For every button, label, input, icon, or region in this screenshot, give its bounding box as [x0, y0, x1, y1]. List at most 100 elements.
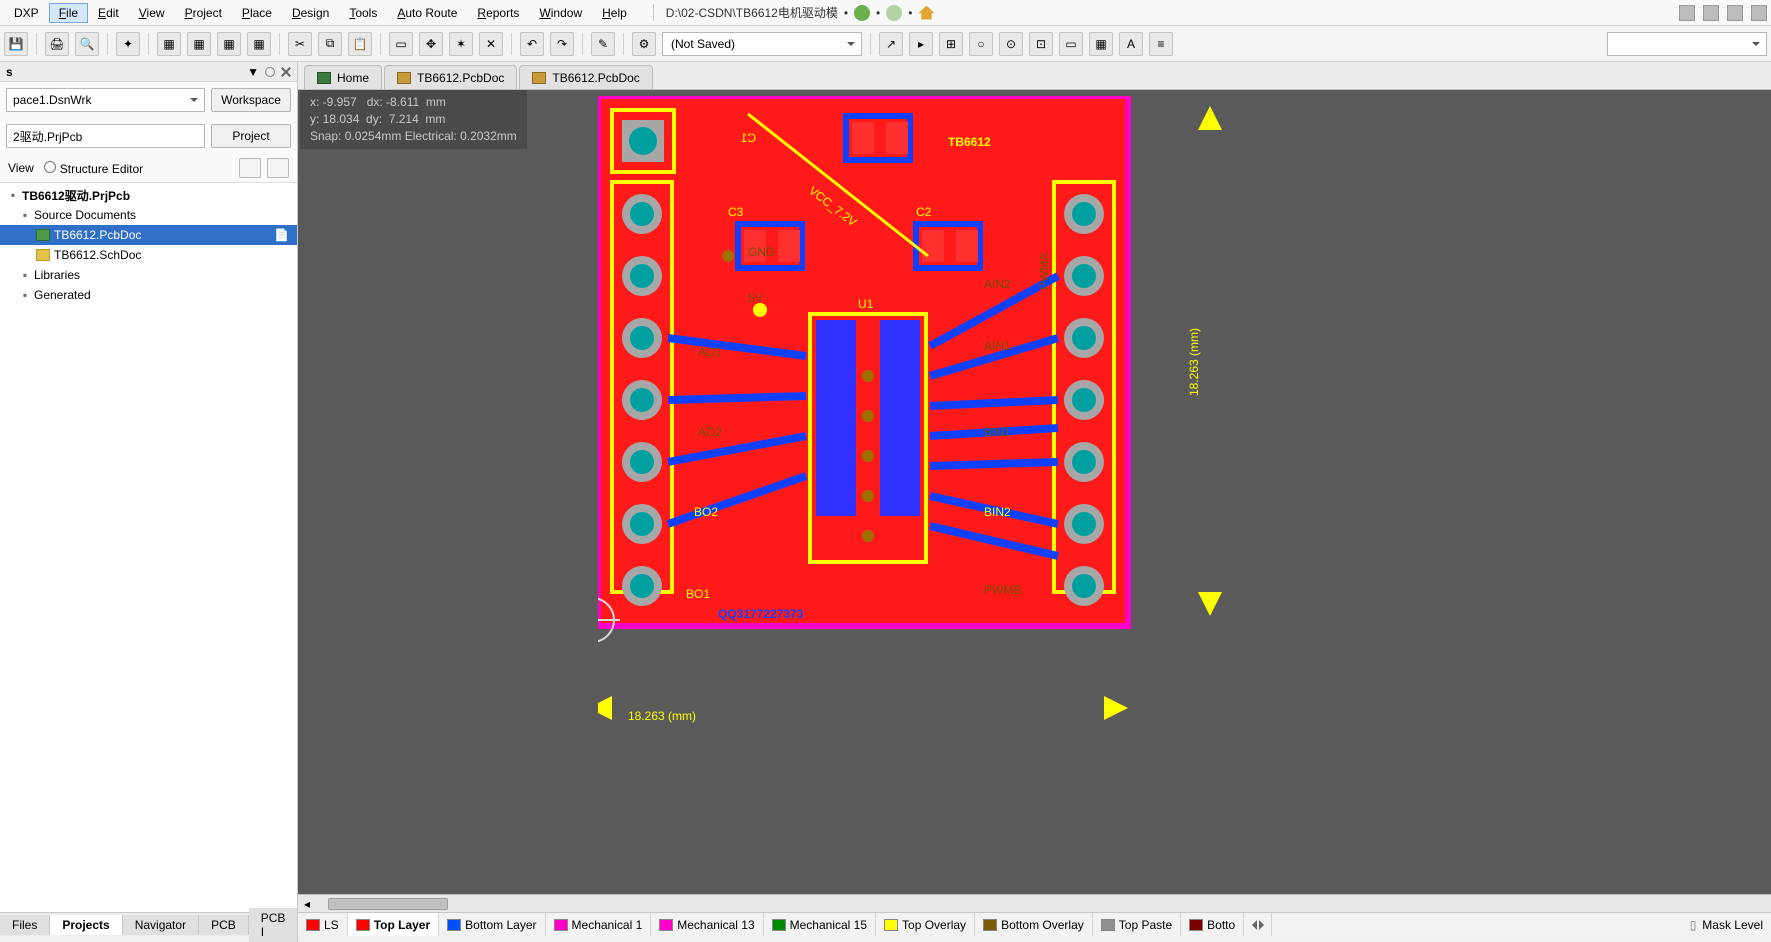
redo-button[interactable]: ↷	[550, 32, 574, 56]
layer-tab-mechanical-15[interactable]: Mechanical 15	[764, 913, 876, 937]
horizontal-scrollbar[interactable]: ◂	[298, 894, 1771, 912]
tree-doc-pcb[interactable]: TB6612.PcbDoc📄	[0, 225, 297, 245]
svg-text:C3: C3	[728, 205, 744, 219]
tree-doc-sch[interactable]: TB6612.SchDoc	[0, 245, 297, 265]
tool-button[interactable]: ≡	[1149, 32, 1173, 56]
tool-button[interactable]: ✶	[449, 32, 473, 56]
svg-text:AIN1: AIN1	[984, 339, 1011, 353]
nav-back-icon[interactable]	[854, 5, 870, 21]
text-tool-button[interactable]: A	[1119, 32, 1143, 56]
layer-swatch	[1189, 919, 1203, 931]
tool-button[interactable]: ○	[969, 32, 993, 56]
menu-auto-route[interactable]: Auto Route	[387, 3, 467, 23]
tool-button[interactable]: ▦	[247, 32, 271, 56]
sidebar-tab-files[interactable]: Files	[0, 915, 50, 935]
project-input[interactable]: 2驱动.PrjPcb	[6, 124, 205, 148]
menu-view[interactable]: View	[129, 3, 175, 23]
svg-text:GND: GND	[748, 245, 775, 259]
menu-place[interactable]: Place	[232, 3, 282, 23]
menu-file[interactable]: File	[49, 3, 88, 23]
workspace-button[interactable]: Workspace	[211, 88, 291, 112]
undo-button[interactable]: ↶	[520, 32, 544, 56]
layer-tab-mechanical-1[interactable]: Mechanical 1	[546, 913, 652, 937]
scroll-thumb[interactable]	[328, 898, 448, 910]
project-button[interactable]: Project	[211, 124, 291, 148]
options-button[interactable]	[267, 158, 289, 178]
layer-nav[interactable]	[1244, 913, 1272, 937]
document-state-select[interactable]: (Not Saved)	[662, 32, 862, 56]
tool-icon[interactable]	[1679, 5, 1695, 21]
tool-button[interactable]: ✎	[591, 32, 615, 56]
layer-tab-top-layer[interactable]: Top Layer	[348, 913, 439, 937]
copy-button[interactable]: ⧉	[318, 32, 342, 56]
menu-dxp[interactable]: DXP	[4, 3, 49, 23]
cut-button[interactable]: ✂	[288, 32, 312, 56]
view-mode-row: View Structure Editor	[0, 154, 297, 183]
menu-reports[interactable]: Reports	[467, 3, 529, 23]
project-tree: ▪TB6612驱动.PrjPcb ▪Source Documents TB661…	[0, 183, 297, 912]
tool-button[interactable]: ▭	[1059, 32, 1083, 56]
nav-home-icon[interactable]	[918, 6, 934, 20]
menu-help[interactable]: Help	[592, 3, 637, 23]
preview-button[interactable]: 🔍	[75, 32, 99, 56]
menu-tools[interactable]: Tools	[339, 3, 387, 23]
menu-window[interactable]: Window	[529, 3, 592, 23]
layer-tab-bottom-layer[interactable]: Bottom Layer	[439, 913, 545, 937]
sidebar-tab-pcb[interactable]: PCB	[199, 915, 249, 935]
mask-level-label[interactable]: Mask Level	[1702, 918, 1763, 932]
tool-button[interactable]: ✕	[479, 32, 503, 56]
tool-button[interactable]: ▦	[187, 32, 211, 56]
tool-button[interactable]: ⊡	[1029, 32, 1053, 56]
sidebar-tab-navigator[interactable]: Navigator	[123, 915, 199, 935]
tool-icon[interactable]	[1751, 5, 1767, 21]
tree-root[interactable]: ▪TB6612驱动.PrjPcb	[0, 185, 297, 205]
tool-button[interactable]: ▦	[217, 32, 241, 56]
doc-tab-1[interactable]: TB6612.PcbDoc	[384, 65, 517, 89]
tree-libraries[interactable]: ▪Libraries	[0, 265, 297, 285]
pcb-canvas[interactable]: x: -9.957 dx: -8.611 mm y: 18.034 dy: 7.…	[298, 90, 1771, 894]
tool-button[interactable]: ▦	[1089, 32, 1113, 56]
tool-icon[interactable]	[1703, 5, 1719, 21]
tool-button[interactable]: ▸	[909, 32, 933, 56]
tree-generated[interactable]: ▪Generated	[0, 285, 297, 305]
tool-icon[interactable]	[1727, 5, 1743, 21]
tree-group[interactable]: ▪Source Documents	[0, 205, 297, 225]
close-icon[interactable]	[281, 67, 291, 77]
print-button[interactable]: 🖨	[45, 32, 69, 56]
right-select[interactable]	[1607, 32, 1767, 56]
layer-tab-mechanical-13[interactable]: Mechanical 13	[651, 913, 763, 937]
layer-tab-botto[interactable]: Botto	[1181, 913, 1244, 937]
menu-left: DXPFileEditViewProjectPlaceDesignToolsAu…	[4, 3, 637, 23]
tool-button[interactable]: ⚙	[632, 32, 656, 56]
sidebar-tab-projects[interactable]: Projects	[50, 915, 122, 935]
paste-button[interactable]: 📋	[348, 32, 372, 56]
layer-tab-top-paste[interactable]: Top Paste	[1093, 913, 1181, 937]
main-toolbar: 💾 🖨 🔍 ✦ ▦ ▦ ▦ ▦ ✂ ⧉ 📋 ▭ ✥ ✶ ✕ ↶ ↷ ✎ ⚙ (N…	[0, 26, 1771, 62]
refresh-button[interactable]	[239, 158, 261, 178]
doc-tab-2[interactable]: TB6612.PcbDoc	[519, 65, 652, 89]
menu-design[interactable]: Design	[282, 3, 339, 23]
layer-tab-top-overlay[interactable]: Top Overlay	[876, 913, 975, 937]
home-icon	[317, 72, 331, 84]
tool-button[interactable]: ⊞	[939, 32, 963, 56]
svg-text:AO2: AO2	[698, 425, 722, 439]
nav-forward-icon[interactable]	[886, 5, 902, 21]
layer-ls[interactable]: LS	[298, 913, 348, 937]
doc-tab-0[interactable]: Home	[304, 65, 382, 89]
structure-editor-radio[interactable]: Structure Editor	[44, 161, 143, 176]
tool-button[interactable]: ⊙	[999, 32, 1023, 56]
tool-button[interactable]: ↗	[879, 32, 903, 56]
workspace-select[interactable]: pace1.DsnWrk	[6, 88, 205, 112]
menu-project[interactable]: Project	[175, 3, 232, 23]
select-button[interactable]: ▭	[389, 32, 413, 56]
save-button[interactable]: 💾	[4, 32, 28, 56]
layer-tab-bottom-overlay[interactable]: Bottom Overlay	[975, 913, 1093, 937]
sidebar-tab-pcb i[interactable]: PCB I	[249, 908, 299, 942]
file-path-display: D:\02-CSDN\TB6612电机驱动模 • • •	[653, 4, 935, 21]
menu-edit[interactable]: Edit	[88, 3, 129, 23]
file-view-radio[interactable]: View	[8, 161, 34, 175]
pin-icon[interactable]	[265, 67, 275, 77]
tool-button[interactable]: ✦	[116, 32, 140, 56]
tool-button[interactable]: ▦	[157, 32, 181, 56]
move-button[interactable]: ✥	[419, 32, 443, 56]
